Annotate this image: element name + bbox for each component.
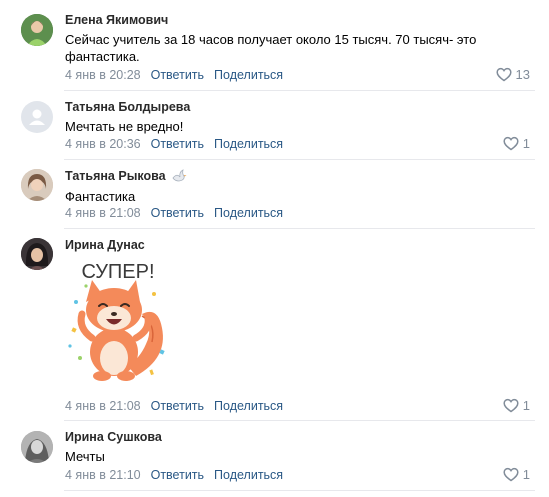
- author-name[interactable]: Елена Якимович: [65, 13, 168, 27]
- heart-outline-icon: [503, 467, 519, 482]
- avatar-placeholder[interactable]: [21, 101, 53, 133]
- heart-outline-icon: [495, 67, 512, 82]
- sticker-caption: СУПЕР!: [81, 261, 154, 283]
- dove-icon: [172, 169, 187, 182]
- heart-outline-icon: [503, 398, 519, 413]
- comment-date[interactable]: 4 янв в 20:36: [65, 137, 141, 151]
- share-button[interactable]: Поделиться: [214, 399, 283, 413]
- share-button[interactable]: Поделиться: [214, 68, 283, 82]
- author-name[interactable]: Ирина Сушкова: [65, 430, 162, 444]
- comment-date[interactable]: 4 янв в 20:28: [65, 68, 141, 82]
- comment-author[interactable]: Елена Якимович: [65, 13, 168, 27]
- comment-text: Сейчас учитель за 18 часов получает окол…: [65, 32, 477, 64]
- comment-meta: 4 янв в 20:28 Ответить Поделиться: [65, 68, 283, 82]
- reply-button[interactable]: Ответить: [151, 399, 204, 413]
- avatar[interactable]: [21, 431, 53, 463]
- reply-button[interactable]: Ответить: [151, 468, 204, 482]
- comment-text: Мечтать не вредно!: [65, 119, 184, 134]
- heart-outline-icon: [503, 136, 519, 151]
- avatar[interactable]: [21, 14, 53, 46]
- reply-button[interactable]: Ответить: [151, 206, 204, 220]
- like-count: 13: [515, 67, 530, 82]
- comment-author[interactable]: Татьяна Болдырева: [65, 100, 190, 114]
- comment-meta: 4 янв в 21:08 Ответить Поделиться: [65, 399, 283, 413]
- like-button[interactable]: 1: [503, 136, 530, 151]
- like-button[interactable]: 1: [503, 398, 530, 413]
- avatar[interactable]: [21, 238, 53, 270]
- like-button[interactable]: 13: [495, 67, 530, 82]
- like-button[interactable]: 1: [503, 467, 530, 482]
- comments-list: Елена Якимович Сейчас учитель за 18 часо…: [0, 0, 549, 497]
- author-name[interactable]: Татьяна Болдырева: [65, 100, 190, 114]
- like-count: 1: [522, 136, 530, 151]
- avatar[interactable]: [21, 169, 53, 201]
- divider: [64, 90, 535, 91]
- like-count: 1: [522, 398, 530, 413]
- comment-author[interactable]: Ирина Сушкова: [65, 430, 162, 444]
- squirrel-sticker[interactable]: СУПЕР!: [66, 258, 170, 386]
- reply-button[interactable]: Ответить: [151, 68, 204, 82]
- comment-meta: 4 янв в 21:08 Ответить Поделиться: [65, 206, 283, 220]
- comment-date[interactable]: 4 янв в 21:08: [65, 206, 141, 220]
- author-name[interactable]: Татьяна Рыкова: [65, 169, 166, 183]
- author-name[interactable]: Ирина Дунас: [65, 238, 145, 252]
- comment-meta: 4 янв в 21:10 Ответить Поделиться: [65, 468, 283, 482]
- comment-meta: 4 янв в 20:36 Ответить Поделиться: [65, 137, 283, 151]
- divider: [64, 228, 535, 229]
- comment-date[interactable]: 4 янв в 21:10: [65, 468, 141, 482]
- reply-button[interactable]: Ответить: [151, 137, 204, 151]
- share-button[interactable]: Поделиться: [214, 137, 283, 151]
- divider: [64, 159, 535, 160]
- comment-text: Мечты: [65, 449, 105, 464]
- divider: [64, 420, 535, 421]
- comment-text: Фантастика: [65, 189, 136, 204]
- share-button[interactable]: Поделиться: [214, 468, 283, 482]
- comment-author[interactable]: Татьяна Рыкова: [65, 169, 187, 183]
- comment-date[interactable]: 4 янв в 21:08: [65, 399, 141, 413]
- comment-author[interactable]: Ирина Дунас: [65, 238, 145, 252]
- divider: [64, 490, 535, 491]
- like-count: 1: [522, 467, 530, 482]
- share-button[interactable]: Поделиться: [214, 206, 283, 220]
